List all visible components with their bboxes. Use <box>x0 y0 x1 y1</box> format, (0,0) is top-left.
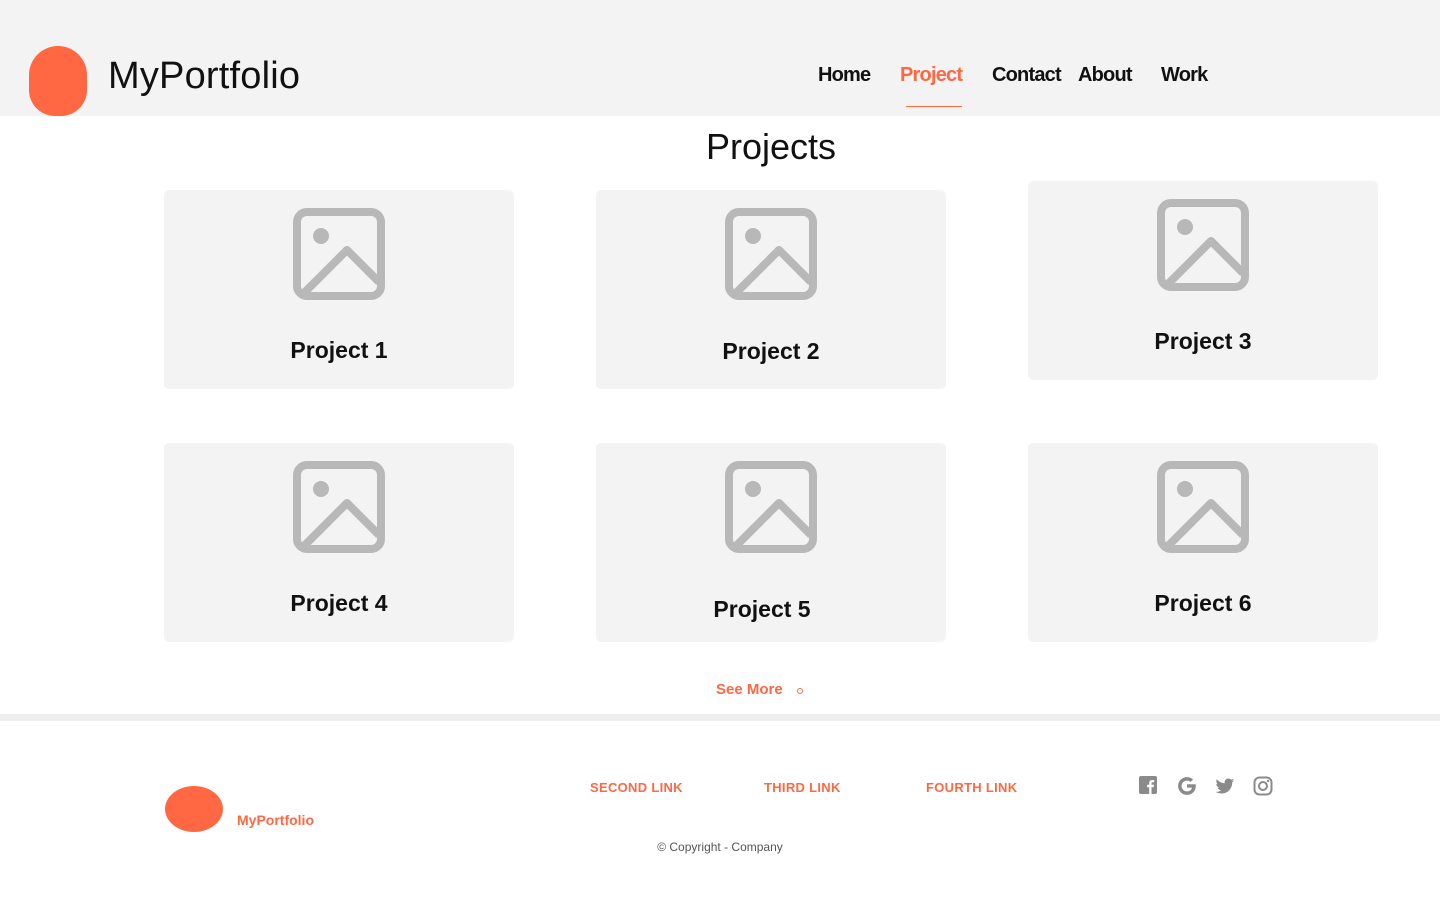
nav-project[interactable]: Project <box>900 64 963 87</box>
image-placeholder-icon <box>725 208 817 300</box>
card-title: Project 6 <box>1154 590 1252 616</box>
nav-home[interactable]: Home <box>818 64 871 87</box>
footer-divider <box>0 714 1440 721</box>
copyright-text: © Copyright - Company <box>657 840 783 854</box>
project-card-4[interactable]: Project 4 <box>164 443 514 642</box>
project-card-2[interactable]: Project 2 <box>596 190 946 389</box>
brand-name[interactable]: MyPortfolio <box>108 55 300 98</box>
image-placeholder-icon <box>725 461 817 553</box>
card-title: Project 1 <box>290 337 388 363</box>
site-header: MyPortfolio Home Project Contact About W… <box>0 0 1440 116</box>
circle-icon <box>797 688 803 694</box>
footer-brand[interactable]: MyPortfolio <box>237 812 314 828</box>
facebook-icon[interactable] <box>1138 775 1160 797</box>
footer-link-fourth[interactable]: FOURTH LINK <box>926 780 1017 795</box>
project-card-6[interactable]: Project 6 <box>1028 443 1378 642</box>
twitter-icon[interactable] <box>1214 775 1236 797</box>
project-card-5[interactable]: Project 5 <box>596 443 946 642</box>
card-title: Project 4 <box>290 590 388 616</box>
footer-logo-icon[interactable] <box>165 786 223 832</box>
see-more-link[interactable]: See More <box>716 681 783 698</box>
instagram-icon[interactable] <box>1252 775 1274 797</box>
card-title: Project 3 <box>1154 328 1252 354</box>
image-placeholder-icon <box>293 208 385 300</box>
project-card-3[interactable]: Project 3 <box>1028 181 1378 380</box>
image-placeholder-icon <box>1157 461 1249 553</box>
footer-link-second[interactable]: SECOND LINK <box>590 780 683 795</box>
google-icon[interactable] <box>1176 775 1198 797</box>
card-title: Project 2 <box>722 338 820 364</box>
nav-work[interactable]: Work <box>1161 64 1208 87</box>
project-card-1[interactable]: Project 1 <box>164 190 514 389</box>
page-title: Projects <box>705 126 837 167</box>
footer-link-third[interactable]: THIRD LINK <box>764 780 841 795</box>
logo-icon[interactable] <box>29 46 87 116</box>
active-nav-underline <box>906 106 962 107</box>
image-placeholder-icon <box>293 461 385 553</box>
nav-contact[interactable]: Contact <box>992 64 1062 87</box>
image-placeholder-icon <box>1157 199 1249 291</box>
card-title: Project 5 <box>713 596 811 622</box>
nav-about[interactable]: About <box>1078 64 1133 87</box>
